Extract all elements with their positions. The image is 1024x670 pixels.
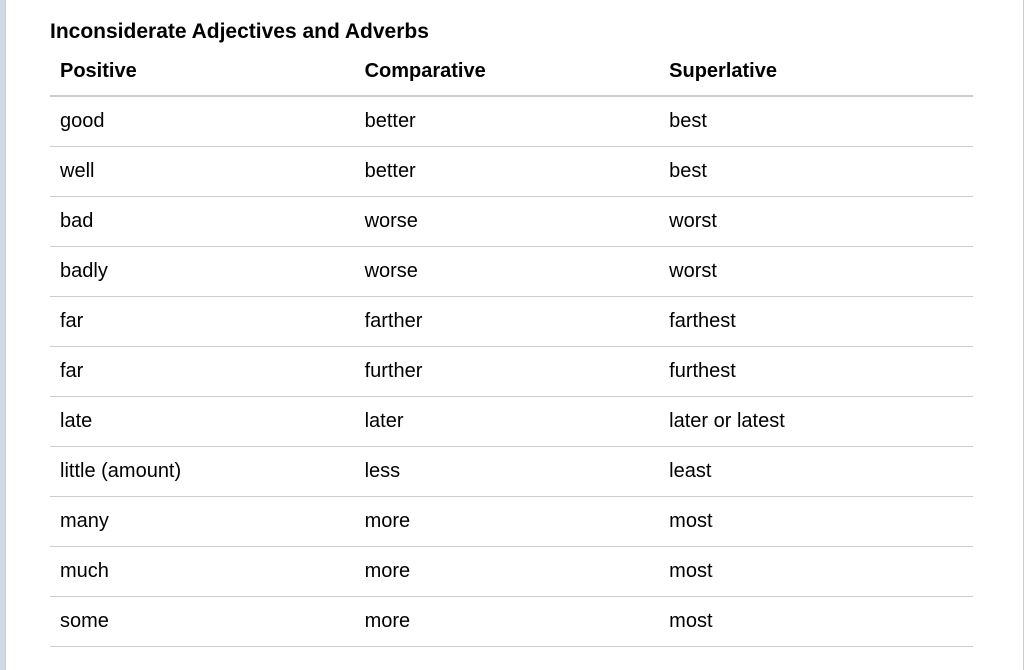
- table-title: Inconsiderate Adjectives and Adverbs: [50, 20, 973, 44]
- table-row: bad worse worst: [50, 197, 973, 247]
- cell-positive: well: [50, 147, 355, 197]
- cell-positive: many: [50, 497, 355, 547]
- table-row: late later later or latest: [50, 397, 973, 447]
- table-row: far farther farthest: [50, 297, 973, 347]
- content-area: Inconsiderate Adjectives and Adverbs Pos…: [6, 0, 1023, 647]
- cell-comparative: more: [355, 547, 660, 597]
- cell-comparative: later: [355, 397, 660, 447]
- header-superlative: Superlative: [659, 54, 973, 96]
- cell-comparative: more: [355, 597, 660, 647]
- cell-superlative: most: [659, 547, 973, 597]
- cell-comparative: worse: [355, 247, 660, 297]
- table-row: far further furthest: [50, 347, 973, 397]
- table-row: many more most: [50, 497, 973, 547]
- header-positive: Positive: [50, 54, 355, 96]
- cell-superlative: least: [659, 447, 973, 497]
- cell-superlative: most: [659, 497, 973, 547]
- cell-positive: late: [50, 397, 355, 447]
- cell-superlative: best: [659, 147, 973, 197]
- cell-superlative: most: [659, 597, 973, 647]
- cell-superlative: later or latest: [659, 397, 973, 447]
- cell-positive: some: [50, 597, 355, 647]
- cell-comparative: farther: [355, 297, 660, 347]
- cell-positive: bad: [50, 197, 355, 247]
- cell-superlative: farthest: [659, 297, 973, 347]
- adjectives-table: Positive Comparative Superlative good be…: [50, 54, 973, 647]
- cell-positive: much: [50, 547, 355, 597]
- cell-comparative: worse: [355, 197, 660, 247]
- table-row: badly worse worst: [50, 247, 973, 297]
- cell-superlative: furthest: [659, 347, 973, 397]
- table-row: good better best: [50, 96, 973, 147]
- cell-positive: badly: [50, 247, 355, 297]
- table-row: much more most: [50, 547, 973, 597]
- cell-positive: far: [50, 297, 355, 347]
- cell-comparative: better: [355, 147, 660, 197]
- cell-superlative: best: [659, 96, 973, 147]
- header-comparative: Comparative: [355, 54, 660, 96]
- cell-superlative: worst: [659, 197, 973, 247]
- cell-positive: little (amount): [50, 447, 355, 497]
- table-row: well better best: [50, 147, 973, 197]
- table-row: some more most: [50, 597, 973, 647]
- cell-comparative: less: [355, 447, 660, 497]
- document-frame: Inconsiderate Adjectives and Adverbs Pos…: [5, 0, 1024, 670]
- cell-positive: good: [50, 96, 355, 147]
- table-row: little (amount) less least: [50, 447, 973, 497]
- cell-comparative: better: [355, 96, 660, 147]
- cell-comparative: more: [355, 497, 660, 547]
- cell-positive: far: [50, 347, 355, 397]
- cell-superlative: worst: [659, 247, 973, 297]
- cell-comparative: further: [355, 347, 660, 397]
- table-header-row: Positive Comparative Superlative: [50, 54, 973, 96]
- table-body: good better best well better best bad wo…: [50, 96, 973, 647]
